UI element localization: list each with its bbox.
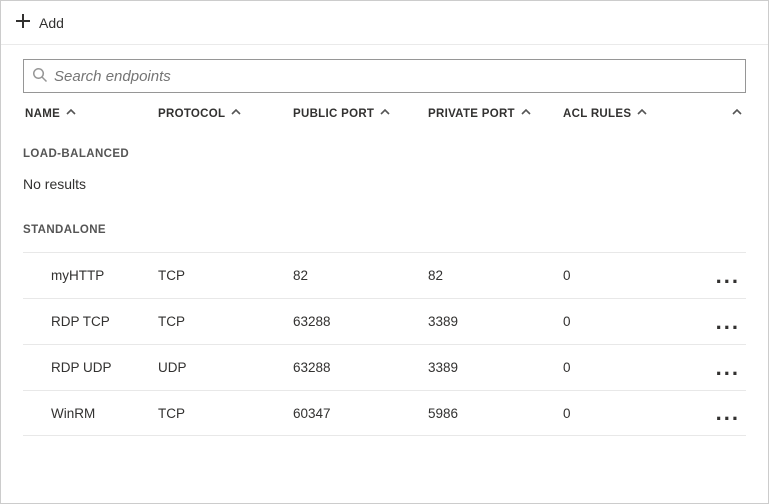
column-header-spacer (683, 107, 746, 120)
cell-protocol: UDP (158, 360, 293, 375)
column-header-protocol-label: PROTOCOL (158, 108, 225, 120)
cell-public-port: 60347 (293, 406, 428, 421)
section-standalone-label: STANDALONE (23, 206, 746, 252)
cell-private-port: 3389 (428, 314, 563, 329)
cell-protocol: TCP (158, 268, 293, 283)
cell-name: RDP UDP (23, 360, 158, 375)
cell-acl-rules: 0 (563, 360, 683, 375)
column-header-name[interactable]: NAME (23, 107, 158, 120)
content-area: NAME PROTOCOL PUBLIC PORT PRIVATE PORT A… (1, 45, 768, 503)
column-header-private-port-label: PRIVATE PORT (428, 108, 515, 120)
column-header-public-port-label: PUBLIC PORT (293, 108, 374, 120)
cell-name: myHTTP (23, 268, 158, 283)
cell-name: WinRM (23, 406, 158, 421)
section-load-balanced-label: LOAD-BALANCED (23, 134, 746, 176)
search-icon (32, 67, 48, 86)
sort-caret-icon (521, 107, 531, 120)
sort-caret-icon (66, 107, 76, 120)
cell-acl-rules: 0 (563, 268, 683, 283)
column-header-name-label: NAME (25, 108, 60, 120)
plus-icon (15, 13, 31, 32)
add-button-label: Add (39, 15, 64, 31)
cell-private-port: 3389 (428, 360, 563, 375)
table-row[interactable]: RDP UDP UDP 63288 3389 0 ... (23, 344, 746, 390)
table-row[interactable]: WinRM TCP 60347 5986 0 ... (23, 390, 746, 436)
cell-public-port: 82 (293, 268, 428, 283)
column-headers: NAME PROTOCOL PUBLIC PORT PRIVATE PORT A… (23, 107, 746, 134)
table-row[interactable]: myHTTP TCP 82 82 0 ... (23, 252, 746, 298)
endpoints-panel: Add NAME PROTOCOL PUBLIC PORT PRI (0, 0, 769, 504)
cell-private-port: 82 (428, 268, 563, 283)
cell-name: RDP TCP (23, 314, 158, 329)
cell-public-port: 63288 (293, 360, 428, 375)
cell-private-port: 5986 (428, 406, 563, 421)
column-header-acl-rules[interactable]: ACL RULES (563, 107, 683, 120)
column-header-private-port[interactable]: PRIVATE PORT (428, 107, 563, 120)
search-box[interactable] (23, 59, 746, 93)
command-bar: Add (1, 1, 768, 45)
column-header-acl-rules-label: ACL RULES (563, 108, 631, 120)
cell-acl-rules: 0 (563, 406, 683, 421)
column-header-protocol[interactable]: PROTOCOL (158, 107, 293, 120)
cell-public-port: 63288 (293, 314, 428, 329)
column-header-public-port[interactable]: PUBLIC PORT (293, 107, 428, 120)
sort-caret-icon (231, 107, 241, 120)
cell-acl-rules: 0 (563, 314, 683, 329)
table-row[interactable]: RDP TCP TCP 63288 3389 0 ... (23, 298, 746, 344)
add-button[interactable]: Add (15, 13, 64, 32)
sort-caret-icon (732, 108, 742, 120)
load-balanced-empty: No results (23, 176, 746, 206)
sort-caret-icon (637, 107, 647, 120)
standalone-rows: myHTTP TCP 82 82 0 ... RDP TCP TCP 63288… (23, 252, 746, 436)
cell-protocol: TCP (158, 406, 293, 421)
cell-protocol: TCP (158, 314, 293, 329)
sort-caret-icon (380, 107, 390, 120)
search-input[interactable] (54, 68, 737, 85)
